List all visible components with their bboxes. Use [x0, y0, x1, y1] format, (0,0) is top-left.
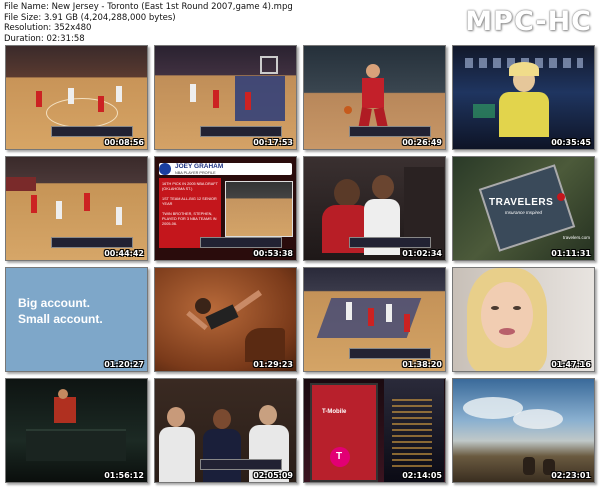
thumbnail[interactable]: JOEY GRAHAM NBA PLAYER PROFILE 16TH PICK…	[154, 156, 297, 261]
ad-line-1: Big account.	[18, 296, 91, 310]
court-scene	[304, 268, 445, 371]
timestamp: 01:29:23	[253, 360, 293, 369]
thumbnail[interactable]: 01:56:12	[5, 378, 148, 483]
thumbnail[interactable]: 00:26:49	[303, 45, 446, 150]
mpc-hc-logo: MPC-HC	[465, 6, 592, 37]
thumbnail[interactable]: 00:17:53	[154, 45, 297, 150]
players-scene	[304, 157, 445, 260]
timestamp: 02:23:01	[551, 471, 591, 480]
tmobile-scene: T-Mobile T	[304, 379, 445, 482]
climber-scene	[155, 268, 296, 371]
tmobile-logo: T	[336, 451, 343, 462]
thumbnail[interactable]: 00:44:42	[5, 156, 148, 261]
duration: Duration: 02:31:58	[4, 33, 85, 44]
timestamp: 02:05:09	[253, 471, 293, 480]
sky-scene	[453, 379, 594, 482]
player-scene	[304, 46, 445, 149]
timestamp: 00:08:56	[104, 138, 144, 147]
thumbnail[interactable]: 01:38:20	[303, 267, 446, 372]
woman-scene	[453, 268, 594, 371]
timestamp: 01:11:31	[551, 249, 591, 258]
thumbnail[interactable]: 01:02:34	[303, 156, 446, 261]
file-size: File Size: 3.91 GB (4,204,288,000 bytes)	[4, 12, 176, 23]
timestamp: 01:02:34	[402, 249, 442, 258]
thumbnail[interactable]: 02:23:01	[452, 378, 595, 483]
dark-room-scene	[6, 379, 147, 482]
profile-fact-3: TWIN BROTHER, STEPHEN, PLAYED FOR 3 NBA …	[162, 212, 217, 226]
thumbnail[interactable]: 01:47:16	[452, 267, 595, 372]
timestamp: 00:17:53	[253, 138, 293, 147]
bench-scene	[155, 379, 296, 482]
timestamp: 02:14:05	[402, 471, 442, 480]
thumbnail[interactable]: 02:05:09	[154, 378, 297, 483]
timestamp: 01:20:27	[104, 360, 144, 369]
timestamp: 00:44:42	[104, 249, 144, 258]
profile-name: JOEY GRAHAM	[175, 163, 224, 170]
travelers-url: travelers.com	[563, 235, 591, 240]
timestamp: 00:35:45	[551, 138, 591, 147]
thumbnail[interactable]: 00:35:45	[452, 45, 595, 150]
travelers-brand: TRAVELERS	[489, 197, 554, 208]
travelers-tagline: Insurance Inspired	[505, 210, 543, 215]
file-name: File Name: New Jersey - Toronto (East 1s…	[4, 2, 293, 12]
timestamp: 01:38:20	[402, 360, 442, 369]
thumbnail[interactable]: Big account. Small account. 01:20:27	[5, 267, 148, 372]
file-info: File Name: New Jersey - Toronto (East 1s…	[4, 2, 293, 44]
text-ad-scene: Big account. Small account.	[6, 268, 147, 371]
timestamp: 00:53:38	[253, 249, 293, 258]
timestamp: 00:26:49	[402, 138, 442, 147]
court-scene	[6, 46, 147, 149]
timestamp: 01:47:16	[551, 360, 591, 369]
thumbnail-grid: 00:08:56 00:17:53 00:26:49 00:35:45 00:4…	[5, 45, 595, 483]
thumbnail[interactable]: 00:08:56	[5, 45, 148, 150]
resolution: Resolution: 352x480	[4, 23, 92, 33]
timestamp: 01:56:12	[104, 471, 144, 480]
profile-fact-2: 1ST TEAM ALL-BIG 12 SENIOR YEAR	[162, 197, 217, 206]
ad-line-2: Small account.	[18, 312, 103, 326]
studio-scene	[453, 46, 594, 149]
travelers-scene: TRAVELERS Insurance Inspired travelers.c…	[453, 157, 594, 260]
thumbnail[interactable]: T-Mobile T 02:14:05	[303, 378, 446, 483]
tmobile-brand: T-Mobile	[322, 409, 347, 415]
court-scene	[155, 46, 296, 149]
profile-scene: JOEY GRAHAM NBA PLAYER PROFILE 16TH PICK…	[155, 157, 296, 260]
profile-fact-1: 16TH PICK IN 2005 NBA DRAFT (OKLAHOMA ST…	[162, 182, 218, 191]
thumbnail[interactable]: 01:29:23	[154, 267, 297, 372]
court-scene	[6, 157, 147, 260]
thumbnail[interactable]: TRAVELERS Insurance Inspired travelers.c…	[452, 156, 595, 261]
profile-subtitle: NBA PLAYER PROFILE	[175, 171, 216, 175]
